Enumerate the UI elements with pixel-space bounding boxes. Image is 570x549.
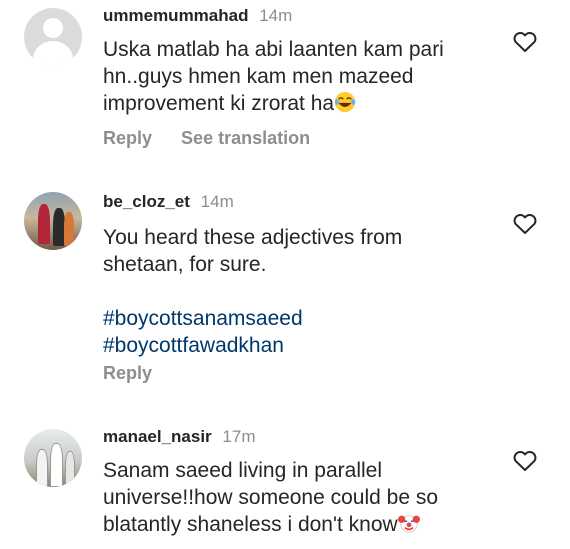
avatar[interactable]: [24, 192, 82, 250]
comment-text: Sanam saeed living in parallel universe!…: [103, 459, 439, 536]
avatar[interactable]: [24, 8, 82, 66]
comment-item: ummemummahad 14m Uska matlab ha abi laan…: [0, 0, 570, 170]
username[interactable]: be_cloz_et: [103, 192, 190, 211]
comment-item: manael_nasir 17m Sanam saeed living in p…: [0, 415, 570, 549]
timestamp: 17m: [222, 427, 256, 446]
timestamp: 14m: [259, 6, 293, 25]
like-heart-icon[interactable]: [512, 212, 538, 236]
like-heart-icon[interactable]: [512, 30, 538, 54]
laughing-tears-emoji: [334, 91, 356, 113]
comment-item: be_cloz_et 14m You heard these adjective…: [0, 170, 570, 415]
reply-button[interactable]: Reply: [103, 128, 152, 148]
comment-text: You heard these adjectives from shetaan,…: [103, 224, 503, 359]
username[interactable]: manael_nasir: [103, 427, 212, 446]
hashtag-link[interactable]: #boycottsanamsaeed: [103, 305, 503, 332]
reply-button[interactable]: Reply: [103, 363, 152, 383]
clown-face-emoji: [397, 515, 420, 533]
see-translation-link[interactable]: See translation: [181, 128, 310, 148]
hashtag-link[interactable]: #boycottfawadkhan: [103, 332, 503, 359]
like-heart-icon[interactable]: [512, 449, 538, 473]
comment-text: Uska matlab ha abi laanten kam pari hn..…: [103, 38, 444, 115]
username[interactable]: ummemummahad: [103, 6, 248, 25]
timestamp: 14m: [200, 192, 234, 211]
avatar[interactable]: [24, 429, 82, 487]
